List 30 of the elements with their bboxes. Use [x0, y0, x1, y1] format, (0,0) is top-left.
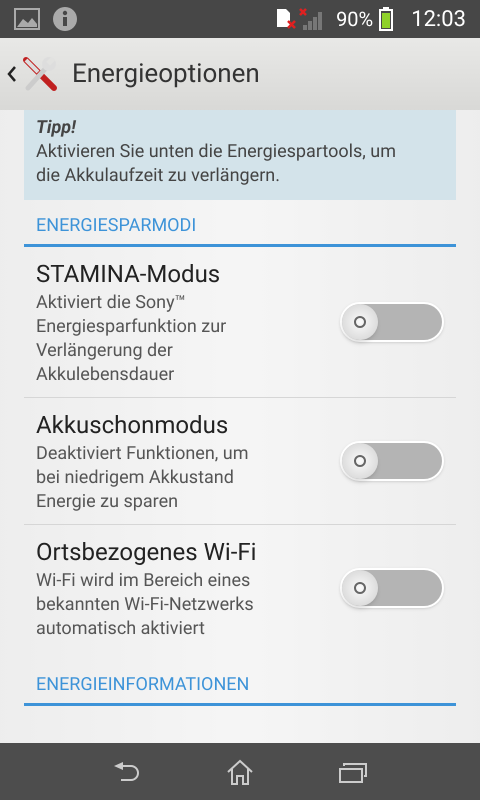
setting-title: STAMINA-Modus [36, 259, 222, 290]
info-icon [52, 6, 78, 32]
setting-summary: Aktiviert die Sony™ Energiesparfunktion zur Verlängerung der Akkulebensdauer [36, 291, 228, 387]
toggle-switch[interactable] [340, 302, 444, 342]
toggle-switch[interactable] [340, 568, 444, 608]
recent-apps-icon[interactable] [339, 760, 368, 782]
tools-icon [20, 54, 60, 94]
tip-title: Tipp! [36, 116, 77, 140]
screen-title: Energieoptionen [72, 58, 260, 90]
setting-row[interactable]: Akkuschonmodus Deaktiviert Funktionen, um bei niedrigem Akkustand Energie zu sparen [24, 398, 456, 525]
clock: 12:03 [411, 6, 466, 34]
battery-percentage: 90% [336, 6, 374, 33]
section-header: ENERGIEINFORMATIONEN [36, 674, 250, 695]
setting-summary: Wi-Fi wird im Bereich eines bekannten Wi-Fi-Netzwerks automatisch aktiviert [36, 569, 255, 641]
home-icon[interactable] [226, 758, 254, 784]
battery-icon [379, 7, 394, 31]
back-icon[interactable] [112, 760, 141, 782]
setting-title: Ortsbezogenes Wi-Fi [36, 537, 258, 568]
picture-icon [14, 8, 40, 30]
section-header: ENERGIESPARMODI [36, 215, 196, 236]
setting-row[interactable]: STAMINA-Modus Aktiviert die Sony™ Energiesparfunktion zur Verlängerung der Akkulebensdauer [24, 247, 456, 398]
toggle-switch[interactable] [340, 441, 444, 481]
signal-icon [298, 7, 324, 31]
setting-summary: Deaktiviert Funktionen, um bei niedrigem Akkustand Energie zu sparen [36, 442, 250, 514]
setting-title: Akkuschonmodus [36, 410, 230, 441]
back-button[interactable] [6, 54, 60, 94]
back-caret-icon [6, 64, 18, 84]
tip-text: Aktivieren Sie unten die Energiespartools, um die Akkulaufzeit zu verlängern. [36, 140, 397, 188]
setting-row[interactable]: Ortsbezogenes Wi-Fi Wi-Fi wird im Bereich eines bekannten Wi-Fi-Netzwerks automatisch aktiviert [24, 525, 456, 651]
sim-card-icon [276, 8, 296, 30]
